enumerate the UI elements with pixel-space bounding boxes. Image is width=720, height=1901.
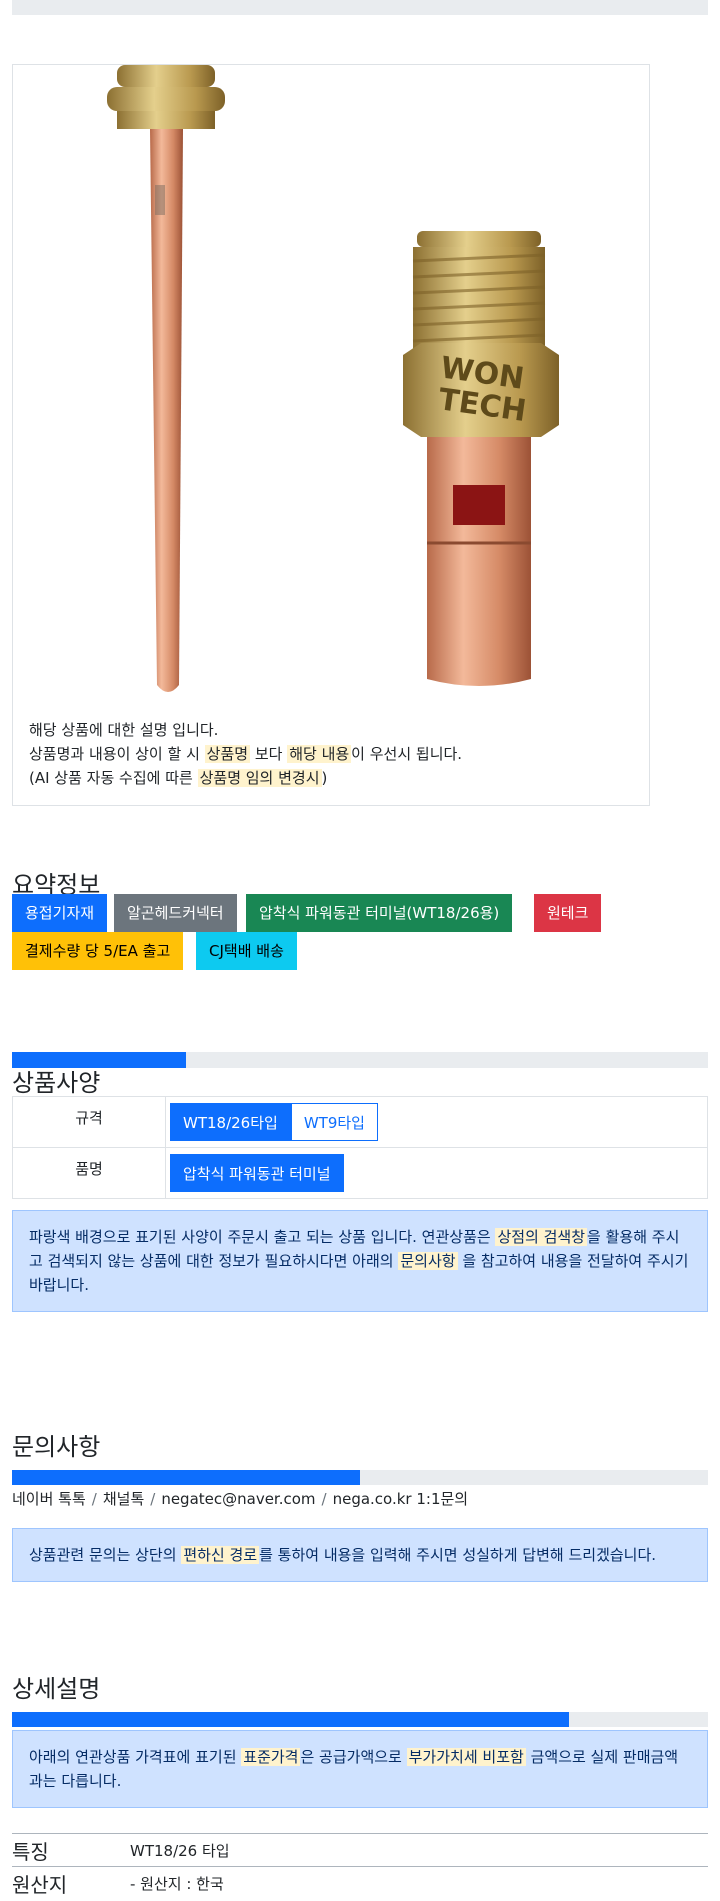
badge-brand[interactable]: 원테크: [534, 894, 602, 932]
feature-row: 특징 WT18/26 타입: [12, 1833, 708, 1867]
highlight-inquiry: 문의사항: [398, 1252, 458, 1270]
option-wt18-26[interactable]: WT18/26타입: [170, 1103, 291, 1141]
feature-value: - 원산지 : 한국: [130, 1866, 708, 1899]
spec-table: 규격 WT18/26타입 WT9타입 품명 압착식 파워동관 터미널: [12, 1096, 708, 1199]
pin-terminal-drawing: [107, 65, 225, 692]
spec-notice: 파랑색 배경으로 표기된 사양이 주문시 출고 되는 상품 입니다. 연관상품은…: [12, 1210, 708, 1312]
highlight-standard-price: 표준가격: [241, 1748, 301, 1766]
feature-key: 특징: [12, 1833, 130, 1867]
spec-title: 상품사양: [12, 1069, 101, 1097]
crimp-terminal-drawing: WON TECH: [403, 231, 559, 686]
channel-email[interactable]: negatec@naver.com: [161, 1490, 315, 1508]
badge-shipping: CJ택배 배송: [196, 932, 297, 970]
product-description: 해당 상품에 대한 설명 입니다. 상품명과 내용이 상이 할 시 상품명 보다…: [29, 718, 462, 790]
spec-key-size: 규격: [12, 1096, 166, 1148]
inquiry-progress: [12, 1470, 708, 1485]
highlight-search: 상점의 검색창: [495, 1228, 588, 1246]
badge-category[interactable]: 용접기자재: [12, 894, 108, 932]
spec-progress: [12, 1052, 708, 1068]
channel-site-inquiry[interactable]: nega.co.kr 1:1문의: [333, 1490, 469, 1508]
product-image: WON TECH: [107, 65, 559, 692]
feature-value: WT18/26 타입: [130, 1833, 708, 1867]
detail-progress-fill: [12, 1712, 569, 1727]
highlight-route: 편하신 경로: [181, 1546, 260, 1564]
detail-title: 상세설명: [12, 1675, 101, 1703]
highlight-product-name: 상품명: [204, 745, 251, 763]
description-line-3: (AI 상품 자동 수집에 따른 상품명 임의 변경시): [29, 769, 328, 787]
inquiry-notice: 상품관련 문의는 상단의 편하신 경로 를 통하여 내용을 입력해 주시면 성실하…: [12, 1528, 708, 1582]
badge-subcategory[interactable]: 알곤헤드커넥터: [114, 894, 237, 932]
inquiry-progress-fill: [12, 1470, 360, 1485]
spec-row-name: 품명 압착식 파워동관 터미널: [12, 1147, 708, 1199]
detail-progress: [12, 1712, 708, 1727]
channel-channeltalk[interactable]: 채널톡: [103, 1490, 144, 1508]
detail-notice: 아래의 연관상품 가격표에 표기된 표준가격 은 공급가액으로 부가가치세 비포함…: [12, 1730, 708, 1808]
highlight-vat: 부가가치세 비포함: [406, 1748, 526, 1766]
feature-row: 원산지 - 원산지 : 한국: [12, 1866, 708, 1899]
description-line-2: 상품명과 내용이 상이 할 시 상품명 보다 해당 내용 이 우선시 됩니다.: [29, 745, 463, 763]
channel-naver-talk[interactable]: 네이버 톡톡: [12, 1490, 86, 1508]
spec-progress-fill: [12, 1052, 186, 1068]
badge-quantity: 결제수량 당 5/EA 출고: [12, 932, 184, 970]
product-card: WON TECH 해당 상품에 대한 설명 입니다. 상품명과 내용이 상이 할…: [12, 64, 650, 806]
feature-key: 원산지: [12, 1866, 130, 1899]
description-line-1: 해당 상품에 대한 설명 입니다.: [29, 721, 219, 739]
top-placeholder-bar: [12, 0, 708, 15]
highlight-content: 해당 내용: [287, 745, 352, 763]
option-wt9[interactable]: WT9타입: [290, 1103, 378, 1141]
spec-row-size: 규격 WT18/26타입 WT9타입: [12, 1096, 708, 1148]
inquiry-title: 문의사항: [12, 1433, 101, 1461]
badge-product-name[interactable]: 압착식 파워동관 터미널(WT18/26용): [246, 894, 513, 932]
highlight-name-change: 상품명 임의 변경시: [197, 769, 322, 787]
feature-table: 특징 WT18/26 타입 원산지 - 원산지 : 한국: [12, 1833, 708, 1899]
inquiry-channels: 네이버 톡톡 / 채널톡 / negatec@naver.com / nega.co.kr …: [12, 1490, 469, 1508]
option-product-name[interactable]: 압착식 파워동관 터미널: [170, 1154, 344, 1192]
spec-key-name: 품명: [12, 1147, 166, 1199]
